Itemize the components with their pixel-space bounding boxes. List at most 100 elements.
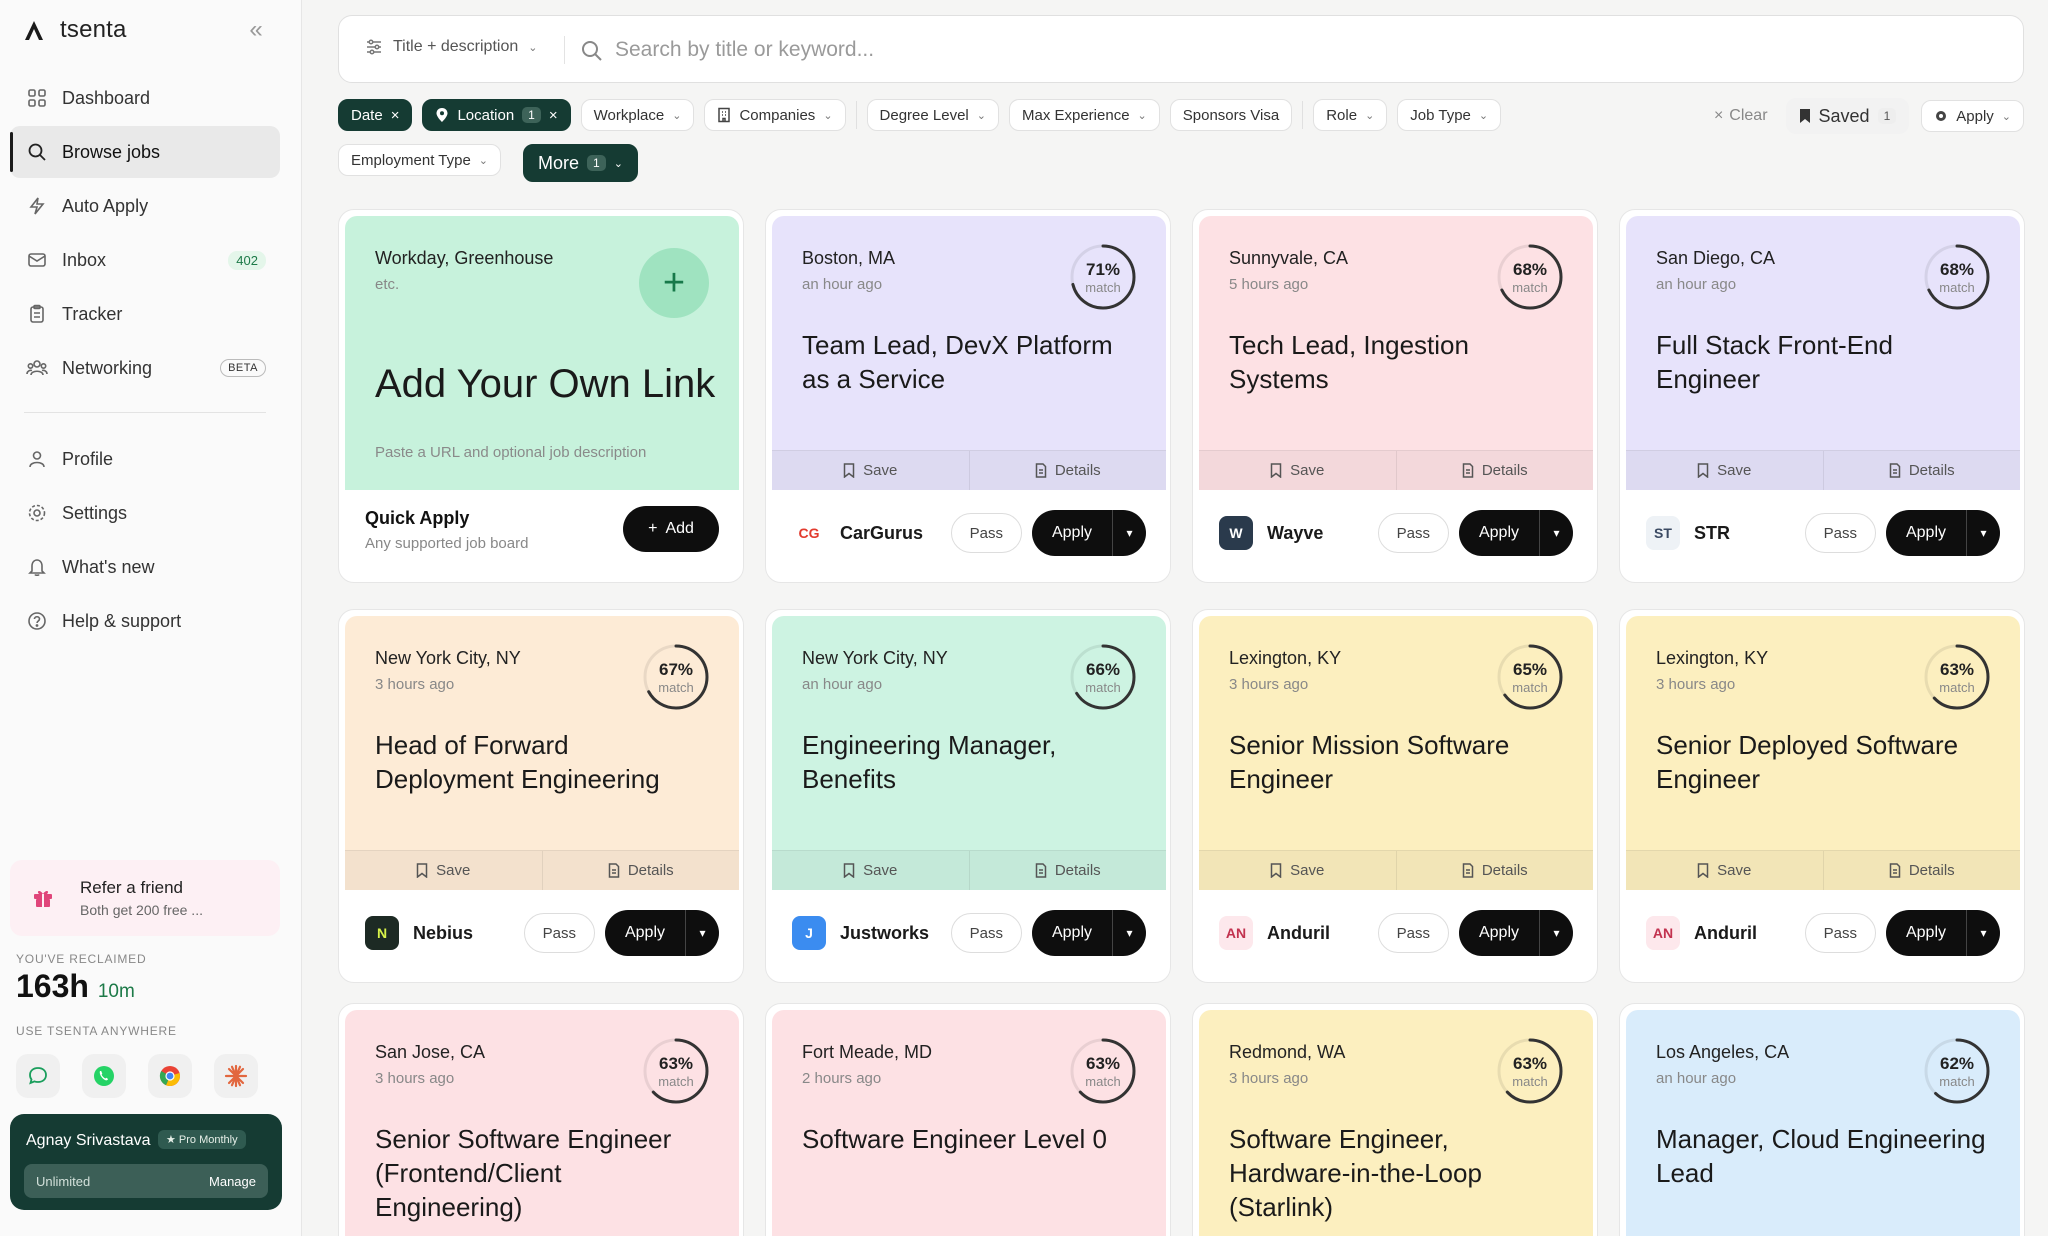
apply-button[interactable]: Apply ▾	[605, 910, 719, 956]
sms-app-button[interactable]	[16, 1054, 60, 1098]
chevron-down-icon[interactable]: ▾	[1966, 510, 2000, 556]
manage-link[interactable]: Manage	[209, 1174, 256, 1189]
job-card[interactable]: Boston, MA an hour ago 71% match Team Le…	[765, 209, 1171, 583]
job-details-button[interactable]: Details	[1395, 451, 1594, 490]
job-details-button[interactable]: Details	[1822, 451, 2021, 490]
chevron-down-icon[interactable]: ▾	[685, 910, 719, 956]
job-title[interactable]: Software Engineer Level 0	[802, 1122, 1132, 1156]
job-details-button[interactable]: Details	[1822, 851, 2021, 890]
companies-filter-chip[interactable]: Companies ⌄	[704, 99, 846, 131]
pass-button[interactable]: Pass	[1804, 913, 1876, 953]
job-title[interactable]: Senior Deployed Software Engineer	[1656, 728, 1986, 796]
sidebar-item-profile[interactable]: Profile	[10, 433, 280, 485]
experience-filter-chip[interactable]: Max Experience ⌄	[1008, 99, 1160, 131]
job-title[interactable]: Manager, Cloud Engineering Lead	[1656, 1122, 1986, 1190]
search-input[interactable]	[615, 30, 1995, 70]
job-title[interactable]: Full Stack Front-End Engineer	[1656, 328, 1986, 396]
chevron-down-icon[interactable]: ▾	[1966, 910, 2000, 956]
apply-button[interactable]: Apply ▾	[1886, 510, 2000, 556]
remove-filter-icon[interactable]: ×	[549, 107, 558, 124]
location-filter-chip[interactable]: Location 1 ×	[422, 99, 571, 131]
job-details-button[interactable]: Details	[968, 851, 1167, 890]
sidebar-item-help[interactable]: Help & support	[10, 595, 280, 647]
company-name[interactable]: STR	[1694, 523, 1805, 544]
job-card[interactable]: New York City, NY an hour ago 66% match …	[765, 609, 1171, 983]
collapse-sidebar-icon[interactable]: «	[242, 16, 270, 44]
job-details-button[interactable]: Details	[1395, 851, 1594, 890]
job-card[interactable]: Lexington, KY 3 hours ago 65% match Seni…	[1192, 609, 1598, 983]
search-mode-dropdown[interactable]: Title + description ⌄	[365, 38, 537, 56]
claude-app-button[interactable]	[214, 1054, 258, 1098]
save-job-button[interactable]: Save	[1626, 451, 1823, 490]
pass-button[interactable]: Pass	[950, 513, 1022, 553]
pass-button[interactable]: Pass	[1377, 913, 1449, 953]
workplace-filter-chip[interactable]: Workplace ⌄	[580, 99, 695, 131]
job-card[interactable]: Lexington, KY 3 hours ago 63% match Seni…	[1619, 609, 2025, 983]
job-title[interactable]: Head of Forward Deployment Engineering	[375, 728, 705, 796]
chevron-down-icon[interactable]: ▾	[1539, 910, 1573, 956]
sidebar-item-tracker[interactable]: Tracker	[10, 288, 280, 340]
job-title[interactable]: Tech Lead, Ingestion Systems	[1229, 328, 1559, 396]
role-filter-chip[interactable]: Role ⌄	[1313, 99, 1388, 131]
remove-filter-icon[interactable]: ×	[391, 107, 400, 124]
apply-button[interactable]: Apply ▾	[1886, 910, 2000, 956]
apply-button[interactable]: Apply ▾	[1032, 510, 1146, 556]
job-title[interactable]: Software Engineer, Hardware-in-the-Loop …	[1229, 1122, 1559, 1224]
job-title[interactable]: Engineering Manager, Benefits	[802, 728, 1132, 796]
company-name[interactable]: Justworks	[840, 923, 951, 944]
company-name[interactable]: Anduril	[1267, 923, 1378, 944]
plus-icon[interactable]: +	[639, 248, 709, 318]
chevron-down-icon[interactable]: ▾	[1539, 510, 1573, 556]
whatsapp-app-button[interactable]	[82, 1054, 126, 1098]
bulk-apply-dropdown[interactable]: Apply ⌄	[1921, 100, 2024, 132]
save-job-button[interactable]: Save	[772, 851, 969, 890]
company-name[interactable]: CarGurus	[840, 523, 951, 544]
save-job-button[interactable]: Save	[1626, 851, 1823, 890]
clear-filters-button[interactable]: × Clear	[1708, 107, 1774, 125]
degree-filter-chip[interactable]: Degree Level ⌄	[866, 99, 999, 131]
saved-button[interactable]: Saved 1	[1785, 98, 1910, 134]
job-title[interactable]: Team Lead, DevX Platform as a Service	[802, 328, 1132, 396]
job-card[interactable]: Sunnyvale, CA 5 hours ago 68% match Tech…	[1192, 209, 1598, 583]
job-card[interactable]: New York City, NY 3 hours ago 67% match …	[338, 609, 744, 983]
save-job-button[interactable]: Save	[345, 851, 542, 890]
job-title[interactable]: Senior Software Engineer (Frontend/Clien…	[375, 1122, 705, 1224]
chevron-down-icon[interactable]: ▾	[1112, 910, 1146, 956]
visa-filter-chip[interactable]: Sponsors Visa	[1169, 99, 1293, 131]
chrome-extension-button[interactable]	[148, 1054, 192, 1098]
refer-friend-card[interactable]: Refer a friend Both get 200 free ...	[10, 860, 280, 936]
job-details-button[interactable]: Details	[541, 851, 740, 890]
date-filter-chip[interactable]: Date ×	[338, 99, 413, 131]
save-job-button[interactable]: Save	[1199, 451, 1396, 490]
sidebar-item-inbox[interactable]: Inbox 402	[10, 234, 280, 286]
save-job-button[interactable]: Save	[1199, 851, 1396, 890]
chevron-down-icon[interactable]: ▾	[1112, 510, 1146, 556]
jobtype-filter-chip[interactable]: Job Type ⌄	[1397, 99, 1502, 131]
employment-filter-chip[interactable]: Employment Type ⌄	[338, 144, 501, 176]
sidebar-item-dashboard[interactable]: Dashboard	[10, 72, 280, 124]
apply-button[interactable]: Apply ▾	[1459, 910, 1573, 956]
pass-button[interactable]: Pass	[1377, 513, 1449, 553]
add-link-button[interactable]: + Add	[623, 506, 719, 552]
more-filters-button[interactable]: More 1 ⌄	[523, 144, 638, 182]
company-name[interactable]: Nebius	[413, 923, 524, 944]
job-details-button[interactable]: Details	[968, 451, 1167, 490]
job-card[interactable]: Redmond, WA 3 hours ago 63% match Softwa…	[1192, 1003, 1598, 1236]
apply-button[interactable]: Apply ▾	[1459, 510, 1573, 556]
apply-button[interactable]: Apply ▾	[1032, 910, 1146, 956]
company-name[interactable]: Anduril	[1694, 923, 1805, 944]
pass-button[interactable]: Pass	[523, 913, 595, 953]
job-card[interactable]: San Jose, CA 3 hours ago 63% match Senio…	[338, 1003, 744, 1236]
sidebar-item-auto-apply[interactable]: Auto Apply	[10, 180, 280, 232]
sidebar-item-networking[interactable]: Networking BETA	[10, 342, 280, 394]
sidebar-item-browse-jobs[interactable]: Browse jobs	[10, 126, 280, 178]
job-title[interactable]: Senior Mission Software Engineer	[1229, 728, 1559, 796]
brand[interactable]: tsenta	[22, 14, 127, 46]
job-card[interactable]: Los Angeles, CA an hour ago 62% match Ma…	[1619, 1003, 2025, 1236]
sidebar-item-settings[interactable]: Settings	[10, 487, 280, 539]
pass-button[interactable]: Pass	[950, 913, 1022, 953]
add-own-link-card[interactable]: Workday, Greenhouse etc. + Add Your Own …	[338, 209, 744, 583]
pass-button[interactable]: Pass	[1804, 513, 1876, 553]
save-job-button[interactable]: Save	[772, 451, 969, 490]
company-name[interactable]: Wayve	[1267, 523, 1378, 544]
